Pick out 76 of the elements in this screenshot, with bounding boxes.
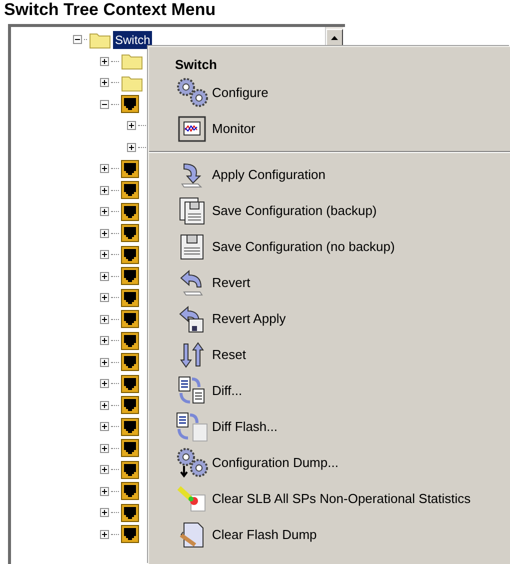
- network-port-icon: [121, 439, 139, 458]
- menu-header: Switch: [175, 56, 218, 74]
- expand-toggle[interactable]: [100, 444, 109, 453]
- expand-toggle[interactable]: [100, 314, 109, 324]
- expand-toggle[interactable]: [100, 379, 109, 388]
- network-port-icon: [121, 353, 139, 372]
- network-port-icon: [121, 504, 139, 522]
- network-port-icon: [121, 310, 139, 328]
- network-port-icon: [121, 482, 139, 500]
- page-title: Switch Tree Context Menu: [3, 0, 217, 20]
- expand-toggle[interactable]: [127, 142, 136, 152]
- network-port-icon: [121, 224, 139, 242]
- network-port-icon: [121, 396, 139, 414]
- expand-toggle[interactable]: [100, 293, 109, 302]
- gears-download-icon: [176, 448, 208, 478]
- menu-item[interactable]: Clear Flash Dump: [175, 517, 510, 553]
- collapse-toggle[interactable]: [73, 35, 82, 44]
- revert-arrow-icon: [178, 269, 204, 297]
- expand-toggle[interactable]: [100, 358, 109, 367]
- menu-item[interactable]: Revert: [175, 265, 510, 301]
- menu-item[interactable]: Clear SLB All SPs Non-Operational Statistics: [175, 481, 510, 517]
- network-port-icon: [121, 246, 139, 264]
- network-port-icon: [121, 460, 139, 479]
- tree-node-label[interactable]: Switch: [113, 30, 152, 49]
- folder-icon: [121, 74, 143, 92]
- expand-toggle[interactable]: [100, 228, 109, 238]
- gears-icon: [176, 78, 208, 108]
- network-port-icon: [121, 332, 139, 350]
- expand-toggle[interactable]: [100, 78, 109, 88]
- expand-toggle[interactable]: [100, 486, 109, 496]
- network-port-icon: [121, 525, 139, 544]
- document-pencil-icon: [178, 521, 206, 549]
- up-arrow-icon: [331, 36, 338, 40]
- apply-arrow-icon: [178, 161, 204, 189]
- menu-item[interactable]: Monitor: [175, 111, 510, 147]
- menu-item[interactable]: Configuration Dump...: [175, 445, 510, 481]
- expand-toggle[interactable]: [100, 186, 109, 195]
- expand-toggle[interactable]: [100, 400, 109, 410]
- eraser-icon: [176, 485, 206, 513]
- menu-item[interactable]: Revert Apply: [175, 301, 510, 337]
- expand-toggle[interactable]: [100, 465, 109, 474]
- menu-item[interactable]: Apply Configuration: [175, 157, 510, 193]
- folder-icon: [121, 52, 143, 70]
- network-port-icon: [121, 267, 139, 286]
- network-port-icon: [121, 181, 139, 200]
- expand-toggle[interactable]: [100, 530, 109, 539]
- collapse-toggle[interactable]: [100, 100, 109, 109]
- compare-documents-icon: [178, 376, 206, 406]
- expand-toggle[interactable]: [100, 336, 109, 346]
- network-port-icon: [121, 374, 139, 393]
- network-port-icon: [121, 95, 139, 114]
- expand-toggle[interactable]: [100, 422, 109, 432]
- monitor-icon: [178, 116, 206, 142]
- network-port-icon: [121, 288, 139, 307]
- network-port-icon: [121, 418, 139, 436]
- expand-toggle[interactable]: [100, 272, 109, 281]
- menu-item[interactable]: Diff Flash...: [175, 409, 510, 445]
- expand-toggle[interactable]: [100, 56, 109, 66]
- network-port-icon: [121, 160, 139, 178]
- menu-item[interactable]: Diff...: [175, 373, 510, 409]
- compare-flash-icon: [176, 412, 208, 442]
- menu-item[interactable]: Configure: [175, 75, 510, 111]
- scroll-up-button[interactable]: [326, 29, 343, 46]
- menu-item[interactable]: Save Configuration (backup): [175, 193, 510, 229]
- menu-item[interactable]: Save Configuration (no backup): [175, 229, 510, 265]
- expand-toggle[interactable]: [100, 164, 109, 174]
- reset-arrows-icon: [178, 342, 204, 368]
- floppy-disks-icon: [178, 197, 204, 225]
- network-port-icon: [121, 202, 139, 221]
- revert-apply-icon: [178, 305, 204, 333]
- folder-icon: [89, 30, 111, 49]
- expand-toggle[interactable]: [100, 207, 109, 216]
- expand-toggle[interactable]: [100, 508, 109, 518]
- expand-toggle[interactable]: [127, 121, 136, 130]
- expand-toggle[interactable]: [100, 250, 109, 260]
- menu-item[interactable]: Reset: [175, 337, 510, 373]
